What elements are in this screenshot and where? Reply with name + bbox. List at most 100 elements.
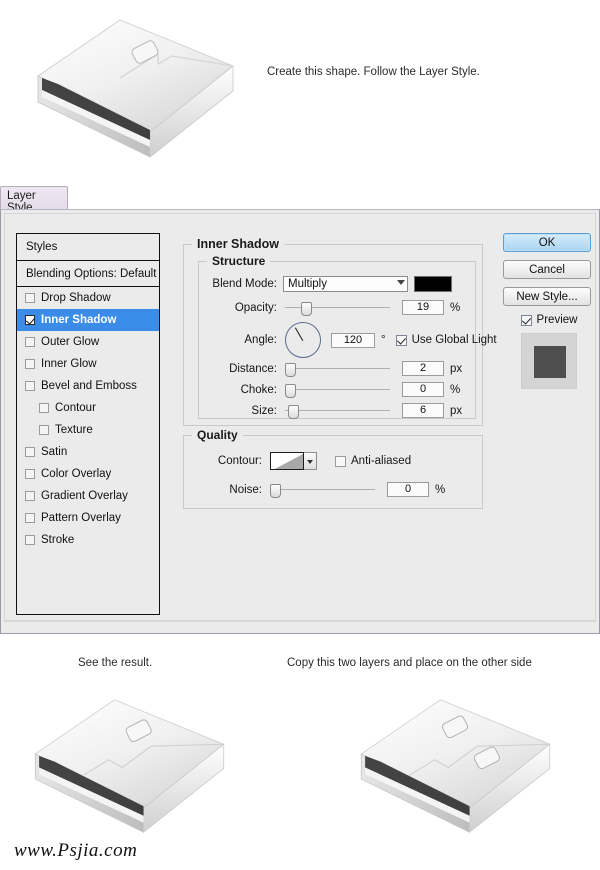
choke-slider[interactable]	[285, 383, 390, 397]
use-global-light-checkbox[interactable]	[396, 335, 407, 346]
style-label: Inner Glow	[41, 358, 97, 370]
opacity-input[interactable]: 19	[402, 300, 444, 315]
distance-unit: px	[450, 363, 462, 375]
style-label: Gradient Overlay	[41, 490, 128, 502]
checkbox-stroke[interactable]	[25, 535, 35, 545]
chevron-down-icon	[307, 460, 313, 464]
style-item-inner-shadow[interactable]: Inner Shadow	[17, 309, 159, 331]
style-item-satin[interactable]: Satin	[17, 441, 159, 463]
dialog-tab-layer-style[interactable]: Layer Style	[0, 186, 68, 210]
usb-shape-illustration-result	[22, 694, 237, 839]
caption-bottom-left: See the result.	[78, 657, 152, 669]
shadow-color-swatch[interactable]	[414, 276, 452, 292]
usb-body-result	[35, 700, 224, 832]
style-label: Satin	[41, 446, 67, 458]
size-input[interactable]: 6	[402, 403, 444, 418]
inner-shadow-group: Inner Shadow Structure Blend Mode: Multi…	[183, 244, 483, 426]
angle-dial[interactable]	[285, 322, 321, 358]
chevron-down-icon	[397, 280, 405, 285]
style-label: Stroke	[41, 534, 74, 546]
checkbox-outer-glow[interactable]	[25, 337, 35, 347]
effect-settings-panel: Inner Shadow Structure Blend Mode: Multi…	[177, 233, 487, 615]
blending-options-item[interactable]: Blending Options: Default	[17, 261, 159, 287]
contour-dropdown-button[interactable]	[304, 452, 317, 470]
slider-knob[interactable]	[285, 384, 296, 398]
angle-label: Angle:	[207, 334, 277, 346]
dialog-body: Styles Blending Options: Default Drop Sh…	[4, 213, 596, 621]
checkbox-color-overlay[interactable]	[25, 469, 35, 479]
checkbox-inner-shadow[interactable]	[25, 315, 35, 325]
use-global-light-label: Use Global Light	[412, 334, 497, 346]
style-item-texture[interactable]: Texture	[17, 419, 159, 441]
style-item-gradient-overlay[interactable]: Gradient Overlay	[17, 485, 159, 507]
choke-label: Choke:	[207, 384, 277, 396]
distance-label: Distance:	[207, 363, 277, 375]
style-label: Pattern Overlay	[41, 512, 121, 524]
style-item-drop-shadow[interactable]: Drop Shadow	[17, 287, 159, 309]
checkbox-contour[interactable]	[39, 403, 49, 413]
checkbox-drop-shadow[interactable]	[25, 293, 35, 303]
choke-input[interactable]: 0	[402, 382, 444, 397]
ok-button[interactable]: OK	[503, 233, 591, 252]
slider-track	[285, 368, 390, 369]
distance-input[interactable]: 2	[402, 361, 444, 376]
noise-slider[interactable]	[270, 483, 375, 497]
cancel-button[interactable]: Cancel	[503, 260, 591, 279]
noise-unit: %	[435, 484, 445, 496]
checkbox-satin[interactable]	[25, 447, 35, 457]
checkbox-pattern-overlay[interactable]	[25, 513, 35, 523]
usb-body-two-layers	[361, 700, 550, 832]
slider-track	[285, 410, 390, 411]
style-item-pattern-overlay[interactable]: Pattern Overlay	[17, 507, 159, 529]
watermark-text: www.Psjia.com	[14, 840, 137, 862]
styles-header: Styles	[17, 234, 159, 261]
noise-label: Noise:	[206, 484, 262, 496]
style-item-color-overlay[interactable]: Color Overlay	[17, 463, 159, 485]
style-item-contour[interactable]: Contour	[17, 397, 159, 419]
usb-shape-illustration-two-layers	[338, 694, 573, 839]
caption-bottom-right: Copy this two layers and place on the ot…	[287, 657, 532, 669]
checkbox-texture[interactable]	[39, 425, 49, 435]
anti-aliased-checkbox[interactable]	[335, 456, 346, 467]
style-label: Drop Shadow	[41, 292, 111, 304]
distance-slider[interactable]	[285, 362, 390, 376]
structure-group: Structure Blend Mode: Multiply	[198, 261, 476, 419]
new-style-button[interactable]: New Style...	[503, 287, 591, 306]
choke-unit: %	[450, 384, 460, 396]
preview-label: Preview	[537, 314, 578, 326]
noise-input[interactable]: 0	[387, 482, 429, 497]
size-unit: px	[450, 405, 462, 417]
slider-knob[interactable]	[288, 405, 299, 419]
style-item-outer-glow[interactable]: Outer Glow	[17, 331, 159, 353]
slider-knob[interactable]	[301, 302, 312, 316]
checkbox-bevel-and-emboss[interactable]	[25, 381, 35, 391]
style-item-stroke[interactable]: Stroke	[17, 529, 159, 551]
checkbox-gradient-overlay[interactable]	[25, 491, 35, 501]
style-item-bevel-and-emboss[interactable]: Bevel and Emboss	[17, 375, 159, 397]
preview-checkbox[interactable]	[521, 315, 532, 326]
contour-preview[interactable]	[270, 452, 304, 470]
size-label: Size:	[207, 405, 277, 417]
style-label: Outer Glow	[41, 336, 99, 348]
style-label: Inner Shadow	[41, 314, 116, 326]
style-item-inner-glow[interactable]: Inner Glow	[17, 353, 159, 375]
angle-input[interactable]: 120	[331, 333, 375, 348]
page-canvas: Create this shape. Follow the Layer Styl…	[0, 0, 600, 870]
slider-knob[interactable]	[270, 484, 281, 498]
slider-knob[interactable]	[285, 363, 296, 377]
checkbox-inner-glow[interactable]	[25, 359, 35, 369]
anti-aliased-label: Anti-aliased	[351, 455, 411, 467]
style-label: Bevel and Emboss	[41, 380, 137, 392]
blend-mode-select[interactable]: Multiply	[283, 276, 408, 292]
slider-track	[270, 489, 375, 490]
layer-style-dialog-window: Layer Style Styles Blending Options: Def…	[0, 186, 600, 634]
opacity-label: Opacity:	[207, 302, 277, 314]
size-slider[interactable]	[285, 404, 390, 418]
structure-group-title: Structure	[207, 254, 270, 268]
opacity-slider[interactable]	[285, 301, 390, 315]
usb-shape-illustration-top	[28, 14, 243, 164]
contour-label: Contour:	[206, 455, 262, 467]
slider-track	[285, 389, 390, 390]
blend-mode-label: Blend Mode:	[207, 278, 277, 290]
preview-toggle[interactable]: Preview	[503, 314, 595, 326]
